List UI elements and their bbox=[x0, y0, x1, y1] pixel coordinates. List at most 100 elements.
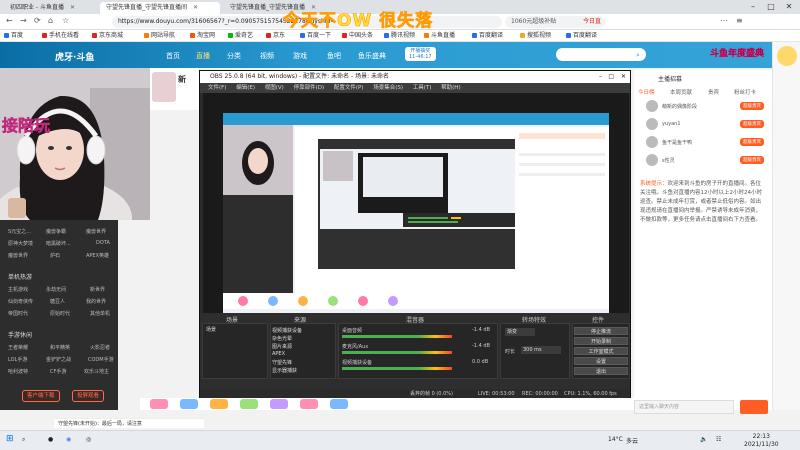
category-item[interactable]: 欢乐斗地主 bbox=[84, 368, 109, 375]
bookmark-item[interactable]: 腾讯视频 bbox=[384, 30, 415, 42]
category-item[interactable]: CF手游 bbox=[50, 368, 66, 375]
nav-category[interactable]: 分类 bbox=[227, 51, 241, 61]
source-item[interactable]: 守望先锋 bbox=[272, 359, 292, 366]
obs-icon[interactable]: ◎ bbox=[86, 436, 91, 443]
menu-icon[interactable]: ≡ bbox=[736, 16, 743, 25]
category-item[interactable]: 和平精英 bbox=[50, 344, 70, 351]
panel-title[interactable]: 主播招募 bbox=[658, 74, 682, 83]
close-icon[interactable]: ✕ bbox=[193, 4, 198, 11]
bookmark-item[interactable]: 爱奇艺 bbox=[228, 30, 253, 42]
source-item[interactable]: 显示器捕获 bbox=[272, 367, 297, 374]
category-item[interactable]: 哈利波特 bbox=[8, 368, 28, 375]
tab-vip[interactable]: 贵宾 bbox=[708, 88, 719, 96]
gift-icon[interactable] bbox=[210, 399, 228, 409]
scene-item[interactable]: 场景 bbox=[206, 326, 216, 333]
category-item[interactable]: 原始时代 bbox=[50, 310, 70, 317]
settings-button[interactable]: 设置 bbox=[574, 357, 628, 365]
bookmark-item[interactable]: 中国头条 bbox=[342, 30, 373, 42]
category-item[interactable]: 暗黑破坏... bbox=[46, 240, 71, 247]
category-item[interactable]: 魔兽世界 bbox=[8, 252, 28, 259]
clock[interactable]: 22:13 2021/11/30 bbox=[744, 433, 779, 449]
nav-yuba[interactable]: 鱼吧 bbox=[327, 51, 341, 61]
bookmark-item[interactable]: 京东 bbox=[266, 30, 285, 42]
category-item[interactable]: CODM手游 bbox=[88, 356, 114, 363]
menu-item[interactable]: 停靠部件(D) bbox=[294, 85, 325, 91]
notification-bar[interactable]: 守望先锋(未开始)：最后一局，请注意 bbox=[54, 418, 204, 428]
reload-icon[interactable]: ⟳ bbox=[34, 16, 41, 25]
search-icon[interactable]: ⌕ bbox=[22, 436, 25, 444]
extensions-icon[interactable]: ⋯ bbox=[720, 16, 728, 25]
nav-home[interactable]: 首页 bbox=[166, 51, 180, 61]
tab-checkin[interactable]: 粉丝打卡 bbox=[734, 88, 756, 96]
bookmark-item[interactable]: 京东商城 bbox=[92, 30, 123, 42]
star-icon[interactable]: ☆ bbox=[62, 16, 69, 25]
category-item[interactable]: 炉石 bbox=[50, 252, 60, 259]
browser-tab[interactable]: 初四职业 - 斗鱼直播 ✕ bbox=[4, 2, 96, 14]
start-recording-button[interactable]: 开始录制 bbox=[574, 337, 628, 345]
menu-item[interactable]: 配置文件(P) bbox=[334, 85, 364, 91]
send-button[interactable] bbox=[740, 400, 768, 414]
menu-item[interactable]: 场景集合(S) bbox=[373, 85, 403, 91]
promo-banner[interactable]: 斗鱼年度盛典 bbox=[710, 46, 764, 59]
bookmark-item[interactable]: 百度 bbox=[4, 30, 23, 42]
category-item[interactable]: 原神大梦境 bbox=[8, 240, 33, 247]
maximize-icon[interactable]: □ bbox=[608, 71, 614, 83]
menu-item[interactable]: 视图(V) bbox=[265, 85, 284, 91]
nav-gala[interactable]: 鱼乐盛典 bbox=[358, 51, 386, 61]
gift-icon[interactable] bbox=[270, 399, 288, 409]
gift-icon[interactable] bbox=[240, 399, 258, 409]
transition-select[interactable]: 渐变 bbox=[505, 328, 535, 336]
category-item[interactable]: S元宝之... bbox=[8, 228, 31, 235]
gift-icon[interactable] bbox=[150, 399, 168, 409]
avatar[interactable] bbox=[152, 72, 176, 102]
rank-row[interactable]: 鱼干是鱼干鸭 超级贵宾 bbox=[638, 134, 768, 152]
close-icon[interactable]: ✕ bbox=[70, 4, 75, 11]
search-icon[interactable]: ⌕ bbox=[636, 51, 640, 60]
nav-games[interactable]: 游戏 bbox=[293, 51, 307, 61]
home-icon[interactable]: ⌂ bbox=[48, 16, 53, 25]
browser-icon[interactable]: ◉ bbox=[66, 436, 71, 443]
category-item[interactable]: 主机游戏 bbox=[8, 286, 28, 293]
chat-input[interactable]: 这里输入聊天内容 bbox=[634, 400, 734, 414]
forward-icon[interactable]: → bbox=[20, 16, 27, 25]
category-item[interactable]: 王者荣耀 bbox=[8, 344, 28, 351]
gift-icon[interactable] bbox=[300, 399, 318, 409]
menu-item[interactable]: 文件(F) bbox=[208, 85, 226, 91]
tab-week[interactable]: 本周贡献 bbox=[670, 88, 692, 96]
site-brand[interactable]: 虎牙·斗鱼 bbox=[55, 50, 94, 63]
stop-stream-button[interactable]: 停止推流 bbox=[574, 327, 628, 335]
gift-icon[interactable] bbox=[180, 399, 198, 409]
browser-tab-active[interactable]: 守望先锋直播_守望先锋直播间 ✕ bbox=[100, 2, 220, 14]
site-search-input[interactable] bbox=[556, 48, 646, 61]
category-item[interactable]: 金铲铲之战 bbox=[46, 356, 71, 363]
maximize-icon[interactable]: □ bbox=[762, 0, 780, 14]
source-item[interactable]: 杂色光晕 bbox=[272, 335, 292, 342]
bookmark-item[interactable]: 搜狐视频 bbox=[520, 30, 551, 42]
gift-icon[interactable] bbox=[330, 399, 348, 409]
category-item[interactable]: 帝国时代 bbox=[8, 310, 28, 317]
avatar[interactable] bbox=[777, 46, 797, 66]
category-item[interactable]: 火影忍者 bbox=[90, 344, 110, 351]
close-window-icon[interactable]: ✕ bbox=[780, 0, 798, 14]
source-item[interactable]: APEX bbox=[272, 351, 285, 357]
download-client-button[interactable]: 客户端下载 bbox=[22, 390, 60, 402]
category-item[interactable]: 我的世界 bbox=[86, 298, 106, 305]
close-icon[interactable]: ✕ bbox=[621, 71, 626, 83]
rank-row[interactable]: s性灵 超级贵宾 bbox=[638, 152, 768, 170]
category-item[interactable]: LOL手游 bbox=[8, 356, 27, 363]
windows-icon[interactable]: ⊞ bbox=[6, 434, 14, 444]
bookmark-item[interactable]: 百度翻译 bbox=[472, 30, 503, 42]
menu-item[interactable]: 编辑(E) bbox=[236, 85, 255, 91]
category-item[interactable]: APEX英雄 bbox=[86, 252, 109, 259]
bookmark-item[interactable]: 淘宝网 bbox=[190, 30, 215, 42]
live-countdown-badge[interactable]: 开播抽奖 11-46:17 bbox=[405, 47, 436, 61]
category-item[interactable]: 糖豆人 bbox=[50, 298, 65, 305]
bookmark-item[interactable]: 百度一下 bbox=[300, 30, 331, 42]
category-item[interactable]: 新世界 bbox=[90, 286, 105, 293]
tab-today[interactable]: 今日榜 bbox=[638, 88, 655, 96]
duration-input[interactable]: 300 ms bbox=[521, 346, 561, 354]
nav-live[interactable]: 直播 bbox=[196, 51, 210, 61]
search-input[interactable]: 1060元超级补贴 今日直 bbox=[505, 16, 605, 28]
minimize-icon[interactable]: – bbox=[744, 0, 762, 14]
source-item[interactable]: 图片来源 bbox=[272, 343, 292, 350]
